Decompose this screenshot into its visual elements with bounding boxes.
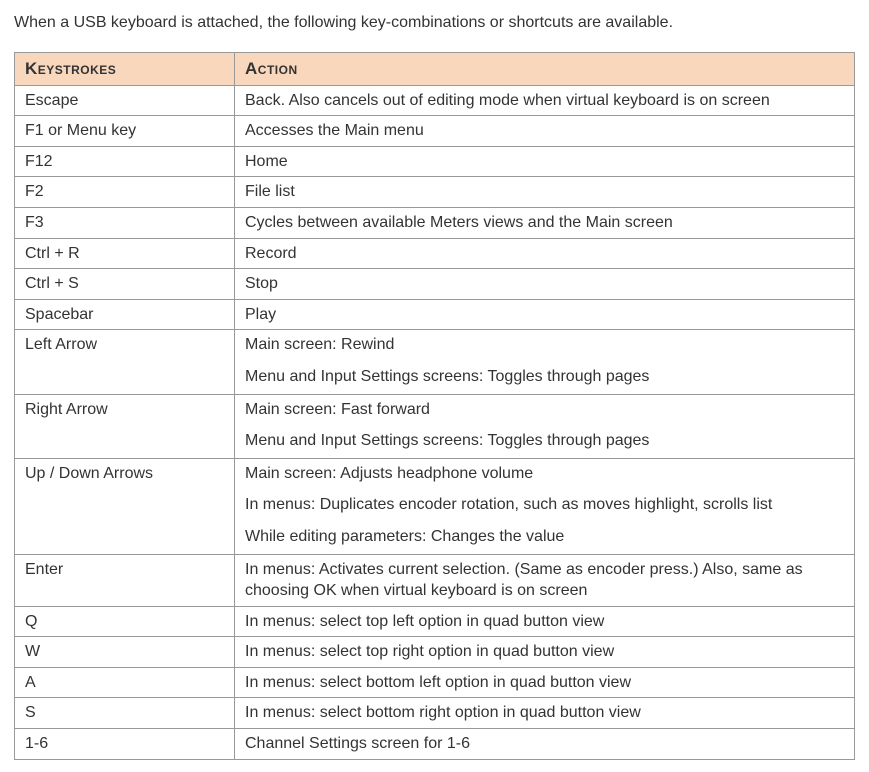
action-cell: In menus: select top right option in qua… bbox=[235, 637, 855, 668]
action-line: Menu and Input Settings screens: Toggles… bbox=[245, 366, 844, 388]
table-row: AIn menus: select bottom left option in … bbox=[15, 667, 855, 698]
table-row: F1 or Menu keyAccesses the Main menu bbox=[15, 116, 855, 147]
table-row: EnterIn menus: Activates current selecti… bbox=[15, 554, 855, 606]
action-cell: Main screen: Rewind Menu and Input Settin… bbox=[235, 330, 855, 394]
table-row: Left Arrow Main screen: Rewind Menu and In… bbox=[15, 330, 855, 394]
table-row: F2File list bbox=[15, 177, 855, 208]
keystroke-cell: Ctrl + R bbox=[15, 238, 235, 269]
keystroke-cell: 1-6 bbox=[15, 729, 235, 760]
table-row: SIn menus: select bottom right option in… bbox=[15, 698, 855, 729]
action-cell: Channel Settings screen for 1-6 bbox=[235, 729, 855, 760]
table-header-row: Keystrokes Action bbox=[15, 52, 855, 85]
keystroke-cell: Right Arrow bbox=[15, 394, 235, 458]
keystroke-cell: F12 bbox=[15, 146, 235, 177]
table-row: Up / Down ArrowsMain screen: Adjusts hea… bbox=[15, 458, 855, 554]
table-row: WIn menus: select top right option in qu… bbox=[15, 637, 855, 668]
header-keystrokes: Keystrokes bbox=[15, 52, 235, 85]
keystroke-cell: Up / Down Arrows bbox=[15, 458, 235, 554]
keystroke-cell: Q bbox=[15, 606, 235, 637]
action-line: Main screen: Rewind bbox=[245, 334, 844, 356]
table-row: Ctrl + RRecord bbox=[15, 238, 855, 269]
table-row: Right Arrow Main screen: Fast forward Menu… bbox=[15, 394, 855, 458]
action-cell: Accesses the Main menu bbox=[235, 116, 855, 147]
table-row: F12Home bbox=[15, 146, 855, 177]
action-cell: Play bbox=[235, 299, 855, 330]
table-row: F3Cycles between available Meters views … bbox=[15, 207, 855, 238]
intro-text: When a USB keyboard is attached, the fol… bbox=[14, 12, 855, 34]
keystroke-cell: A bbox=[15, 667, 235, 698]
action-line: While editing parameters: Changes the va… bbox=[245, 526, 844, 548]
action-cell: In menus: Activates current selection. (… bbox=[235, 554, 855, 606]
keystroke-cell: F1 or Menu key bbox=[15, 116, 235, 147]
action-cell: File list bbox=[235, 177, 855, 208]
keystroke-cell: F2 bbox=[15, 177, 235, 208]
action-line: Main screen: Fast forward bbox=[245, 399, 844, 421]
action-line: Main screen: Adjusts headphone volume bbox=[245, 463, 844, 485]
table-row: SpacebarPlay bbox=[15, 299, 855, 330]
shortcuts-table: Keystrokes Action EscapeBack. Also cance… bbox=[14, 52, 855, 760]
action-cell: In menus: select top left option in quad… bbox=[235, 606, 855, 637]
keystroke-cell: Ctrl + S bbox=[15, 269, 235, 300]
keystroke-cell: Left Arrow bbox=[15, 330, 235, 394]
header-action: Action bbox=[235, 52, 855, 85]
table-row: Ctrl + SStop bbox=[15, 269, 855, 300]
keystroke-cell: S bbox=[15, 698, 235, 729]
action-line: In menus: Duplicates encoder rotation, s… bbox=[245, 494, 844, 516]
action-cell: Stop bbox=[235, 269, 855, 300]
action-cell: Main screen: Adjusts headphone volume In … bbox=[235, 458, 855, 554]
table-row: EscapeBack. Also cancels out of editing … bbox=[15, 85, 855, 116]
action-cell: Record bbox=[235, 238, 855, 269]
keystroke-cell: Enter bbox=[15, 554, 235, 606]
keystroke-cell: Escape bbox=[15, 85, 235, 116]
action-cell: Main screen: Fast forward Menu and Input … bbox=[235, 394, 855, 458]
action-line: Menu and Input Settings screens: Toggles… bbox=[245, 430, 844, 452]
table-row: 1-6Channel Settings screen for 1-6 bbox=[15, 729, 855, 760]
keystroke-cell: W bbox=[15, 637, 235, 668]
keystroke-cell: Spacebar bbox=[15, 299, 235, 330]
action-cell: Back. Also cancels out of editing mode w… bbox=[235, 85, 855, 116]
action-cell: In menus: select bottom right option in … bbox=[235, 698, 855, 729]
table-row: QIn menus: select top left option in qua… bbox=[15, 606, 855, 637]
action-cell: In menus: select bottom left option in q… bbox=[235, 667, 855, 698]
keystroke-cell: F3 bbox=[15, 207, 235, 238]
action-cell: Cycles between available Meters views an… bbox=[235, 207, 855, 238]
action-cell: Home bbox=[235, 146, 855, 177]
